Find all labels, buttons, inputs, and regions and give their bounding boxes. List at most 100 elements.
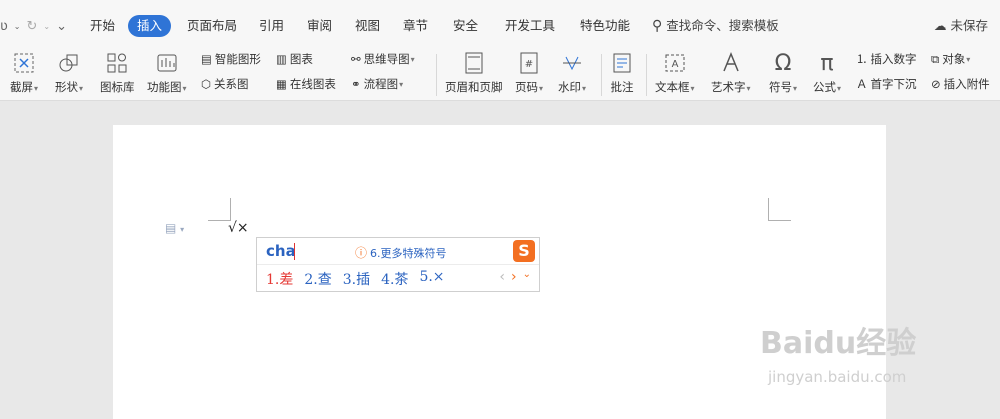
textbox-label: 文本框 [655, 80, 690, 94]
undo-icon[interactable]: ʋ [0, 19, 8, 34]
flowchart-button[interactable]: ⚭ 流程图 ▾ [351, 76, 403, 92]
command-search[interactable]: ⚲ 查找命令、搜索模板 [652, 15, 779, 37]
save-status-label: 未保存 [950, 18, 988, 33]
icon-library-button[interactable]: 图标库 [100, 48, 135, 96]
wordart-label: 艺术字 [711, 80, 746, 94]
ime-pinyin: cha [266, 242, 296, 260]
undo-dropdown-icon[interactable]: ⌄ [14, 22, 21, 31]
comment-label: 批注 [610, 80, 634, 94]
chart-label: 图表 [289, 52, 313, 66]
formula-button[interactable]: π 公式▾ [813, 48, 841, 96]
expand-candidates-icon[interactable]: ⌄ [523, 269, 531, 285]
symbol-button[interactable]: Ω 符号▾ [769, 48, 797, 96]
typed-text: √× [228, 220, 249, 236]
mindmap-button[interactable]: ⚯ 思维导图 ▾ [351, 51, 415, 67]
shapes-icon [59, 54, 78, 72]
comment-button[interactable]: 批注 [610, 48, 634, 96]
shapes-label: 形状 [55, 80, 78, 94]
watermark-brand: Baidu经验 [760, 326, 917, 361]
drop-cap-label: 首字下沉 [870, 77, 917, 91]
tab-insert[interactable]: 插入 [128, 15, 172, 37]
number-icon: ⒈ [856, 52, 868, 66]
baidu-watermark: Baidu经验 jingyan.baidu.com [760, 318, 916, 386]
tab-review[interactable]: 审阅 [307, 15, 332, 37]
bar-chart-icon: ▥ [276, 52, 287, 66]
tab-special-features[interactable]: 特色功能 [580, 15, 630, 37]
paragraph-handle-icon[interactable]: ▤ ▾ [165, 221, 184, 235]
insert-number-button[interactable]: ⒈ 插入数字 [856, 51, 917, 67]
ime-candidate[interactable]: 2.查 [304, 269, 331, 289]
watermark-url: jingyan.baidu.com [768, 368, 907, 386]
relation-chart-button[interactable]: ⬡ 关系图 [201, 76, 249, 92]
watermark-icon [563, 56, 581, 71]
wordart-icon [723, 52, 739, 72]
header-footer-icon [465, 52, 483, 74]
margin-corner-top-right [768, 198, 791, 221]
ime-candidates: 1.差 2.查 3.插 4.茶 5.× [266, 269, 456, 289]
symbol-label: 符号 [769, 80, 792, 94]
page-number-icon: # [520, 52, 538, 74]
page-number-label: 页码 [515, 80, 538, 94]
redo-icon[interactable]: ↻ [26, 19, 37, 34]
shapes-button[interactable]: 形状▾ [55, 48, 83, 96]
object-button[interactable]: ⧉ 对象 ▾ [931, 51, 970, 67]
tab-developer[interactable]: 开发工具 [505, 15, 555, 37]
ime-candidate[interactable]: 5.× [419, 269, 444, 289]
drop-cap-icon: Ａ [856, 77, 868, 91]
comment-icon [613, 53, 631, 73]
wordart-button[interactable]: 艺术字▾ [711, 48, 751, 96]
attachment-button[interactable]: ⊘ 插入附件 [931, 76, 990, 92]
chart-button[interactable]: ▥ 图表 [276, 51, 313, 67]
function-chart-button[interactable]: 功能图▾ [147, 48, 187, 96]
online-chart-icon: ▦ [276, 77, 287, 91]
header-footer-button[interactable]: 页眉和页脚 [445, 48, 503, 96]
omega-icon: Ω [774, 50, 792, 76]
tab-section[interactable]: 章节 [403, 15, 428, 37]
object-label: 对象 [942, 52, 966, 66]
icon-library-icon [107, 53, 127, 73]
more-symbols-label: 6.更多特殊符号 [370, 246, 447, 260]
ime-candidate-window: cha ⓘ 6.更多特殊符号 S 1.差 2.查 3.插 4.茶 5.× ‹ ›… [256, 237, 540, 292]
online-chart-button[interactable]: ▦ 在线图表 [276, 76, 336, 92]
object-icon: ⧉ [931, 51, 940, 66]
flowchart-icon: ⚭ [351, 77, 361, 91]
mindmap-label: 思维导图 [363, 52, 410, 66]
info-icon: ⓘ [355, 246, 368, 260]
tab-view[interactable]: 视图 [355, 15, 380, 37]
drop-cap-button[interactable]: Ａ 首字下沉 [856, 76, 917, 92]
attachment-label: 插入附件 [943, 77, 990, 91]
next-page-icon[interactable]: › [511, 269, 517, 285]
save-status[interactable]: ☁ 未保存 [934, 15, 988, 37]
flowchart-label: 流程图 [363, 77, 399, 91]
ime-pager: ‹ › ⌄ [493, 269, 531, 285]
ribbon-separator [646, 54, 647, 96]
smartart-button[interactable]: ▤ 智能图形 [201, 51, 261, 67]
tab-home[interactable]: 开始 [90, 15, 115, 37]
tab-page-layout[interactable]: 页面布局 [187, 15, 237, 37]
watermark-label: 水印 [558, 80, 581, 94]
smartart-label: 智能图形 [214, 52, 261, 66]
ime-candidate[interactable]: 4.茶 [381, 269, 408, 289]
screenshot-button[interactable]: 截屏▾ [10, 48, 38, 96]
ime-candidate[interactable]: 3.插 [343, 269, 370, 289]
tab-security[interactable]: 安全 [453, 15, 478, 37]
page-number-button[interactable]: # 页码▾ [515, 48, 543, 96]
screenshot-label: 截屏 [10, 80, 33, 94]
customize-toolbar-icon[interactable]: ⌄ [56, 19, 67, 34]
textbox-icon: A [665, 54, 685, 72]
text-cursor [294, 243, 295, 260]
paperclip-icon: ⊘ [931, 77, 941, 91]
textbox-button[interactable]: A 文本框▾ [655, 48, 695, 96]
mindmap-icon: ⚯ [351, 52, 361, 66]
header-footer-label: 页眉和页脚 [445, 80, 503, 94]
tab-references[interactable]: 引用 [259, 15, 284, 37]
previous-page-icon[interactable]: ‹ [499, 269, 505, 285]
watermark-button[interactable]: 水印▾ [558, 48, 586, 96]
search-icon: ⚲ [652, 18, 663, 34]
redo-dropdown-icon[interactable]: ⌄ [43, 22, 50, 31]
sogou-logo-icon[interactable]: S [513, 240, 535, 262]
ime-candidate[interactable]: 1.差 [266, 269, 293, 289]
menu-bar: ʋ ⌄ ↻ ⌄ ⌄ 开始 插入 页面布局 引用 审阅 视图 章节 安全 开发工具… [0, 0, 1000, 48]
formula-label: 公式 [813, 80, 836, 94]
more-symbols-link[interactable]: ⓘ 6.更多特殊符号 [355, 244, 447, 261]
